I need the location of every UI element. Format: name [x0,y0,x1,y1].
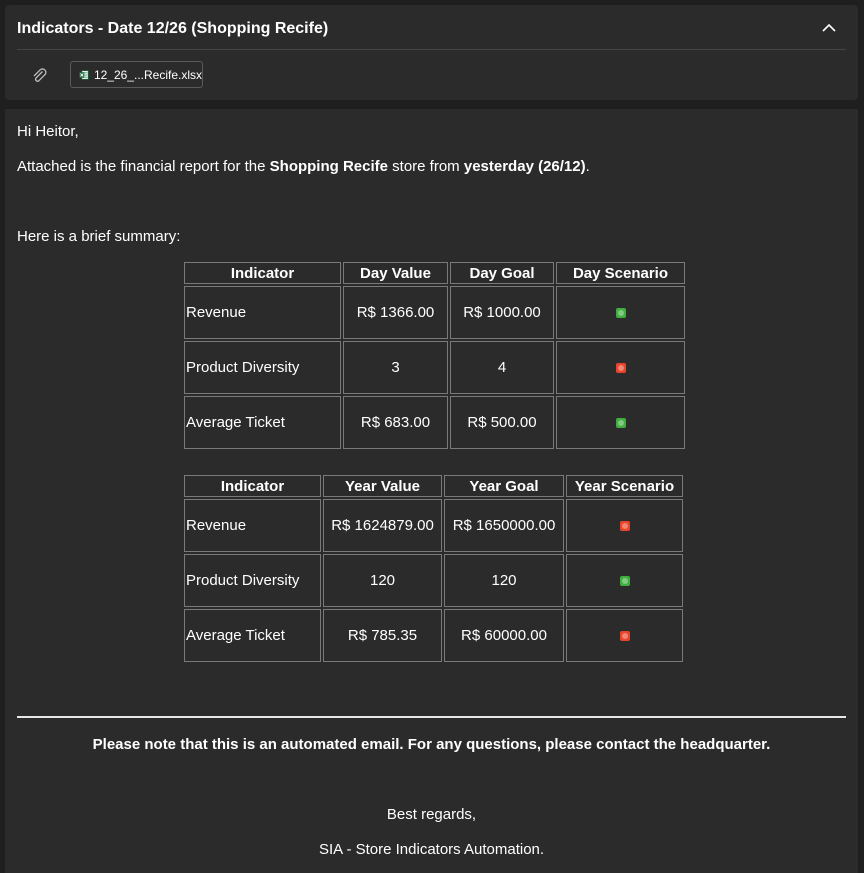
goal-cell: R$ 1650000.00 [444,499,564,552]
email-subject: Indicators - Date 12/26 (Shopping Recife… [17,20,329,37]
year-indicators-table: Indicator Year Value Year Goal Year Scen… [182,473,685,664]
value-cell: R$ 1624879.00 [323,499,442,552]
status-indicator-icon [615,308,626,319]
attachment-filename: 12_26_...Recife.xlsx [93,67,202,82]
table-row: Revenue R$ 1624879.00 R$ 1650000.00 [184,499,683,552]
paperclip-icon [33,68,47,82]
goal-cell: R$ 60000.00 [444,609,564,662]
summary-intro: Here is a brief summary: [17,228,181,245]
scenario-cell [556,286,685,339]
value-cell: 3 [343,341,448,394]
column-header: Indicator [184,475,321,497]
indicator-cell: Product Diversity [184,341,341,394]
header-divider [17,49,846,50]
column-header: Day Value [343,262,448,284]
column-header: Indicator [184,262,341,284]
intro-text: Attached is the financial report for the… [17,158,590,175]
indicator-cell: Revenue [184,286,341,339]
intro-part2: store from [388,158,464,175]
scenario-cell [566,499,683,552]
separator-line [17,716,846,718]
closing-regards: Best regards, [386,806,477,823]
attachment-chip[interactable]: 12_26_...Recife.xlsx [70,61,203,88]
value-cell: R$ 683.00 [343,396,448,449]
goal-cell: R$ 500.00 [450,396,554,449]
intro-part1: Attached is the financial report for the [17,158,270,175]
chevron-up-icon[interactable] [820,19,838,37]
email-body: Hi Heitor, Attached is the financial rep… [5,109,858,873]
indicator-cell: Revenue [184,499,321,552]
value-cell: R$ 785.35 [323,609,442,662]
scenario-cell [566,554,683,607]
excel-file-icon [79,69,89,80]
column-header: Day Goal [450,262,554,284]
status-indicator-icon [619,521,630,532]
status-indicator-icon [615,418,626,429]
table-header-row: Indicator Day Value Day Goal Day Scenari… [184,262,685,284]
goal-cell: R$ 1000.00 [450,286,554,339]
report-date: yesterday (26/12) [463,158,586,175]
value-cell: 120 [323,554,442,607]
status-indicator-icon [619,631,630,642]
indicator-cell: Product Diversity [184,554,321,607]
goal-cell: 4 [450,341,554,394]
column-header: Year Scenario [566,475,683,497]
email-header: Indicators - Date 12/26 (Shopping Recife… [5,5,858,100]
table-row: Product Diversity 120 120 [184,554,683,607]
indicator-cell: Average Ticket [184,609,321,662]
intro-part3: . [585,158,590,175]
column-header: Year Value [323,475,442,497]
goal-cell: 120 [444,554,564,607]
value-cell: R$ 1366.00 [343,286,448,339]
table-header-row: Indicator Year Value Year Goal Year Scen… [184,475,683,497]
day-indicators-table: Indicator Day Value Day Goal Day Scenari… [182,260,687,451]
column-header: Day Scenario [556,262,685,284]
table-row: Revenue R$ 1366.00 R$ 1000.00 [184,286,685,339]
scenario-cell [556,396,685,449]
column-header: Year Goal [444,475,564,497]
indicator-cell: Average Ticket [184,396,341,449]
table-row: Average Ticket R$ 785.35 R$ 60000.00 [184,609,683,662]
greeting: Hi Heitor, [17,123,79,140]
signature: SIA - Store Indicators Automation. [318,841,545,858]
table-row: Average Ticket R$ 683.00 R$ 500.00 [184,396,685,449]
scenario-cell [556,341,685,394]
status-indicator-icon [619,576,630,587]
automated-notice: Please note that this is an automated em… [92,736,771,753]
status-indicator-icon [615,363,626,374]
store-name: Shopping Recife [269,158,388,175]
table-row: Product Diversity 3 4 [184,341,685,394]
scenario-cell [566,609,683,662]
